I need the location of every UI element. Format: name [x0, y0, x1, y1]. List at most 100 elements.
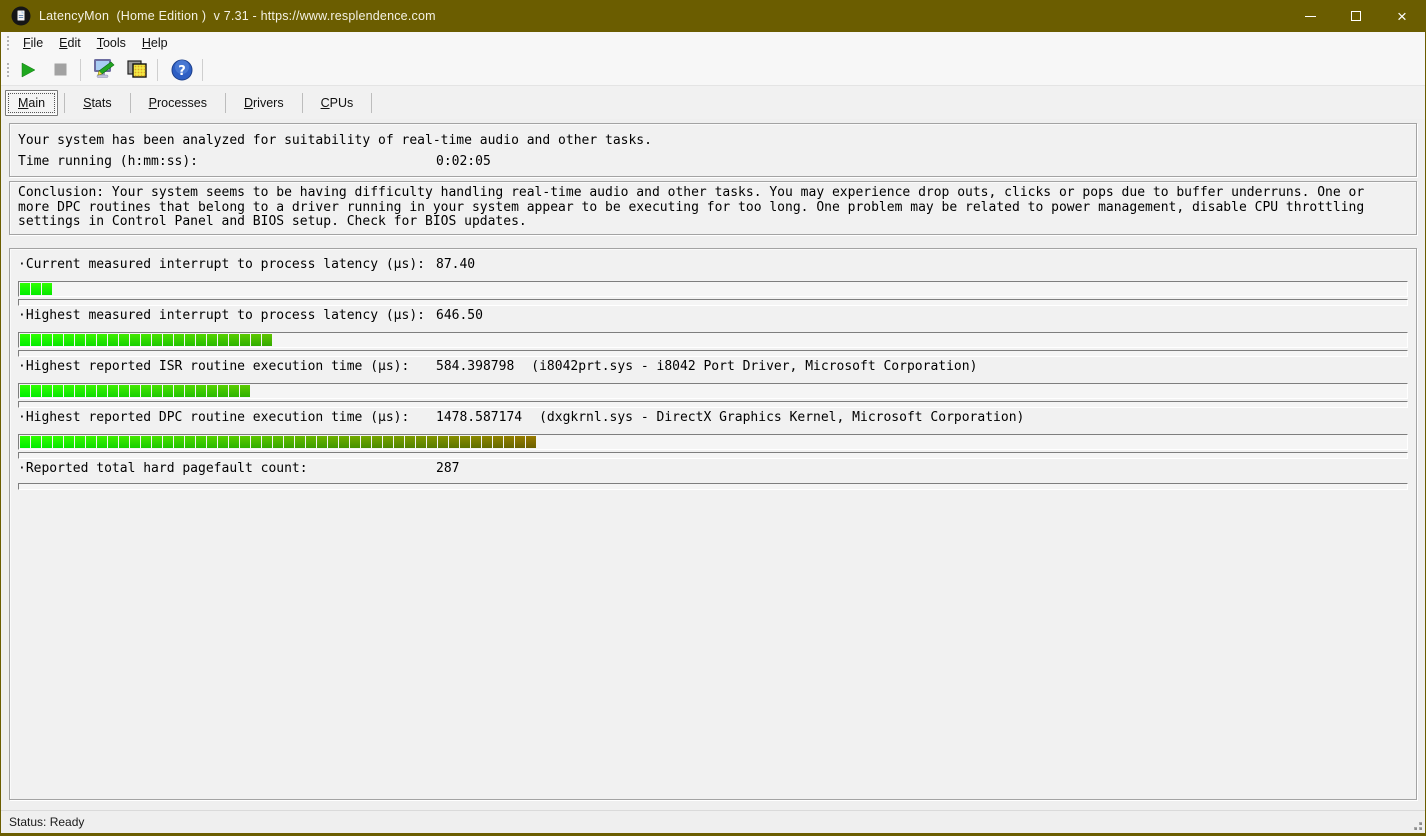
measurement-row-dpc-time: ·Highest reported DPC routine execution …: [18, 410, 1408, 459]
help-button[interactable]: ?: [168, 57, 196, 83]
time-running-label: Time running (h:mm:ss):: [18, 154, 199, 169]
maximize-button[interactable]: [1333, 0, 1379, 32]
measurement-label: ·Current measured interrupt to process l…: [18, 256, 425, 272]
menu-edit[interactable]: Edit: [52, 34, 88, 52]
latency-bar-segment: [141, 435, 151, 448]
latency-bar-segment: [185, 333, 195, 346]
latency-bar-segment: [174, 435, 184, 448]
latency-bar-segment: [240, 435, 250, 448]
measurement-label: ·Highest reported DPC routine execution …: [18, 409, 410, 425]
scale-bar: [18, 349, 1408, 357]
menu-help[interactable]: Help: [135, 34, 175, 52]
latency-bar-segment: [97, 384, 107, 397]
latency-bar-segment: [31, 333, 41, 346]
latency-bar-segment: [174, 333, 184, 346]
latency-bar-segment: [196, 333, 206, 346]
latency-bar-segment: [108, 384, 118, 397]
latency-bar-segment: [295, 435, 305, 448]
latency-bar-segment: [218, 333, 228, 346]
measurement-value: 646.50: [436, 307, 483, 323]
latency-bar-segment: [31, 435, 41, 448]
tab-bar: Main Stats Processes Drivers CPUs: [1, 86, 1425, 119]
latency-bar-segment: [152, 384, 162, 397]
app-icon: [11, 6, 31, 26]
latency-bar-segment: [108, 435, 118, 448]
latency-bar-segment: [240, 333, 250, 346]
latency-bar-segment: [20, 384, 30, 397]
latency-bar-segment: [119, 384, 129, 397]
analysis-text: Your system has been analyzed for suitab…: [18, 133, 652, 148]
maximize-icon: [1351, 11, 1361, 21]
title-bar[interactable]: LatencyMon (Home Edition ) v 7.31 - http…: [1, 0, 1425, 32]
latency-bar-segment: [130, 384, 140, 397]
conclusion-line: settings in Control Panel and BIOS setup…: [18, 214, 527, 229]
measurement-driver-info: (dxgkrnl.sys - DirectX Graphics Kernel, …: [539, 409, 1025, 425]
latency-bar-segment: [152, 333, 162, 346]
measurement-row-isr-time: ·Highest reported ISR routine execution …: [18, 359, 1408, 408]
latency-bar-segment: [438, 435, 448, 448]
latency-bar-segment: [427, 435, 437, 448]
latency-bar-segment: [482, 435, 492, 448]
measurement-driver-info: [475, 257, 492, 272]
latency-bar-segment: [504, 435, 514, 448]
tab-separator: [224, 92, 226, 113]
latency-bar-segment: [251, 435, 261, 448]
measurement-label: ·Reported total hard pagefault count:: [18, 460, 308, 476]
latency-bar-segment: [42, 384, 52, 397]
start-monitor-button[interactable]: [14, 57, 42, 83]
latency-bar-segment: [64, 435, 74, 448]
svg-text:?: ?: [178, 64, 186, 79]
menu-bar: File Edit Tools Help: [1, 32, 1425, 54]
latency-bar-segment: [53, 333, 63, 346]
tab-stats[interactable]: Stats: [71, 91, 124, 115]
conclusion-line: Conclusion: Your system seems to be havi…: [18, 185, 1365, 200]
latency-bar-segment: [163, 333, 173, 346]
tab-drivers[interactable]: Drivers: [232, 91, 296, 115]
latency-bar-segment: [31, 384, 41, 397]
latency-bar-segment: [317, 435, 327, 448]
latency-bar-segment: [218, 384, 228, 397]
tab-cpus[interactable]: CPUs: [309, 91, 366, 115]
latency-bar-segment: [229, 384, 239, 397]
tab-separator: [64, 92, 66, 113]
latency-bar-segment: [350, 435, 360, 448]
menu-gripper: [7, 36, 10, 50]
latency-bar-segment: [515, 435, 525, 448]
processes-button[interactable]: [123, 57, 151, 83]
latency-bar-segment: [207, 384, 217, 397]
scale-bar: [18, 482, 1408, 490]
latencymon-window: LatencyMon (Home Edition ) v 7.31 - http…: [0, 0, 1426, 836]
latency-bar-segment: [526, 435, 536, 448]
play-icon: [21, 62, 36, 77]
close-button[interactable]: ×: [1379, 0, 1425, 32]
latency-bar-segment: [284, 435, 294, 448]
toolbar: ?: [1, 54, 1425, 86]
tab-processes[interactable]: Processes: [137, 91, 219, 115]
analyze-report-button[interactable]: [91, 57, 119, 83]
conclusion-line: more DPC routines that belong to a drive…: [18, 199, 1365, 215]
latency-bar-segment: [97, 435, 107, 448]
stop-monitor-button[interactable]: [46, 57, 74, 83]
tab-main[interactable]: Main: [5, 89, 59, 116]
menu-tools[interactable]: Tools: [90, 34, 133, 52]
measurement-row-highest-latency: ·Highest measured interrupt to process l…: [18, 308, 1408, 357]
scale-bar: [18, 400, 1408, 408]
latency-bar-segment: [383, 435, 393, 448]
latency-bar-segment: [273, 435, 283, 448]
latency-bar-segment: [31, 282, 41, 295]
minimize-button[interactable]: [1287, 0, 1333, 32]
latency-bar-segment: [119, 435, 129, 448]
latency-bar: [18, 382, 1408, 399]
latency-bar-segment: [328, 435, 338, 448]
latency-bar-segment: [174, 384, 184, 397]
measurement-value: 584.398798: [436, 358, 515, 374]
latency-bar: [18, 433, 1408, 450]
latency-bar-segment: [471, 435, 481, 448]
latency-bar-segment: [416, 435, 426, 448]
latency-bar-segment: [130, 333, 140, 346]
menu-file[interactable]: File: [16, 34, 50, 52]
latency-bar-segment: [207, 435, 217, 448]
latency-bar-segment: [141, 333, 151, 346]
resize-grip-icon[interactable]: [1410, 818, 1423, 831]
latency-bar-segment: [163, 384, 173, 397]
